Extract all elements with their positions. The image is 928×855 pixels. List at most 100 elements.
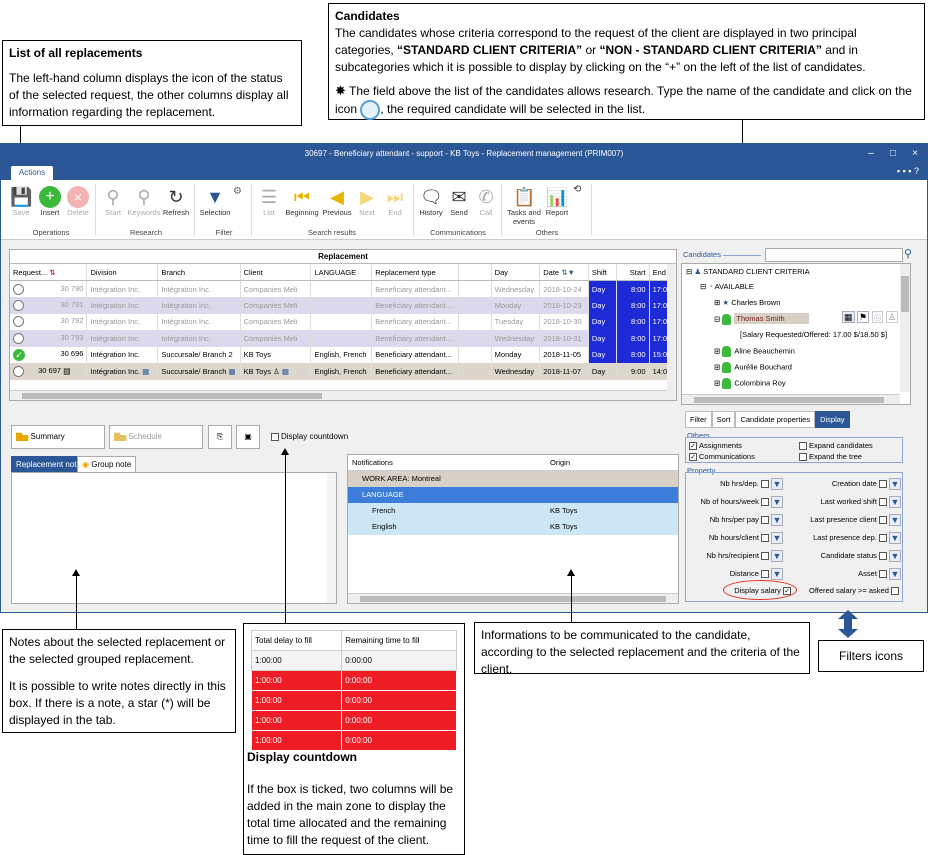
id-card-button[interactable]: ▣ (236, 425, 260, 449)
keywords-button[interactable]: ⚲ Keywords (127, 186, 161, 217)
close-button[interactable]: × (905, 144, 925, 164)
search-icon[interactable]: ⚲ (904, 247, 917, 261)
column-header[interactable]: Replacement type (371, 264, 460, 281)
history-button[interactable]: 🗨 History (417, 186, 445, 217)
prop-creation-date[interactable]: Creation date ▼ (832, 478, 901, 490)
column-header[interactable]: Date ⇅▼ (539, 264, 589, 281)
tasks-button[interactable]: 📋 Tasks and events (505, 186, 543, 226)
note-textarea[interactable] (11, 472, 337, 604)
tab-display[interactable]: Display (815, 411, 850, 428)
table-icon[interactable]: ▦ (842, 311, 855, 323)
prop-candidate-status[interactable]: Candidate status ▼ (821, 550, 901, 562)
send-button[interactable]: ✉ Send (447, 186, 471, 217)
candidate-item[interactable]: ⊞ Colombina Roy (714, 378, 786, 389)
disabled-icon[interactable]: ◎ (871, 311, 884, 323)
tab-sort[interactable]: Sort (711, 411, 736, 428)
previous-button[interactable]: ◀ Previous (321, 186, 353, 217)
candidate-item[interactable]: ⊞ Aline Beauchemin (714, 346, 795, 357)
next-button[interactable]: ▶ Next (355, 186, 379, 217)
copy-button[interactable]: ⎘ (208, 425, 232, 449)
prop-nb-hrs-per-pay[interactable]: Nb hrs/per pay ▼ (710, 514, 783, 526)
funnel-icon[interactable]: ▼ (771, 550, 783, 562)
column-header[interactable]: Division (86, 264, 159, 281)
window-tools-icon[interactable]: ▪ ▪ ▪ ? (897, 166, 919, 176)
table-row[interactable]: 30 790 Intégration Inc. Intégration Inc.… (10, 280, 677, 297)
candidate-item-selected[interactable]: ⊟ Thomas Smith (714, 313, 809, 325)
funnel-icon[interactable]: ▼ (889, 496, 901, 508)
funnel-icon[interactable]: ▼ (771, 532, 783, 544)
tree-available[interactable]: ⊟ ◔ AVAILABLE (700, 282, 754, 291)
table-row[interactable]: 30 791 Intégration Inc. Intégration Inc.… (10, 297, 677, 314)
scroll-thumb[interactable] (22, 393, 322, 399)
call-button[interactable]: ✆ Call (475, 186, 497, 217)
prop-nb-hours-week[interactable]: Nb of hours/week ▼ (701, 496, 783, 508)
tab-filter[interactable]: Filter (685, 411, 712, 428)
column-header[interactable]: Shift (588, 264, 618, 281)
prop-last-worked-shift[interactable]: Last worked shift ▼ (821, 496, 901, 508)
gear-icon[interactable]: ⚙ (233, 186, 242, 197)
funnel-icon[interactable]: ▼ (889, 532, 901, 544)
insert-button[interactable]: + Insert (37, 186, 63, 217)
refresh-button[interactable]: ↻ Refresh (161, 186, 191, 217)
export-icon[interactable]: ⟲ (573, 184, 581, 195)
start-button[interactable]: ⚲ Start (101, 186, 125, 217)
prop-asset[interactable]: Asset ▼ (858, 568, 901, 580)
note-scrollbar[interactable] (327, 473, 336, 603)
funnel-icon[interactable]: ▼ (889, 550, 901, 562)
funnel-icon[interactable]: ▼ (771, 568, 783, 580)
maximize-button[interactable]: □ (883, 144, 903, 164)
option-expand-tree[interactable]: Expand the tree (799, 452, 862, 462)
option-communications[interactable]: ✓ Communications (689, 452, 755, 462)
option-assignments[interactable]: ✓ Assignments (689, 441, 742, 451)
candidate-item[interactable]: ⊞ ★ Charles Brown (714, 298, 780, 307)
selection-button[interactable]: ▼ Selection (197, 186, 233, 217)
tab-replacement-note[interactable]: Replacement note (11, 456, 86, 472)
end-button[interactable]: ⏭ End (383, 186, 407, 217)
display-countdown-checkbox[interactable]: Display countdown (271, 432, 348, 441)
scroll-thumb[interactable] (360, 596, 666, 602)
tab-group-note[interactable]: ◉ Group note (77, 456, 137, 472)
table-row[interactable]: 30 793 Intégration Inc. Intégration Inc.… (10, 330, 677, 347)
tree-horizontal-scrollbar[interactable] (682, 394, 900, 404)
flag-icon[interactable]: ⚑ (857, 311, 870, 323)
prop-last-presence-dep[interactable]: Last presence dep. ▼ (813, 532, 901, 544)
option-expand-candidates[interactable]: Expand candidates (799, 441, 873, 451)
prop-last-presence-client[interactable]: Last presence client ▼ (810, 514, 901, 526)
candidate-search-input[interactable] (765, 248, 903, 262)
tree-vertical-scrollbar[interactable] (900, 264, 910, 392)
prop-distance[interactable]: Distance ▼ (730, 568, 783, 580)
notif-row[interactable]: LANGUAGE (348, 487, 678, 503)
grid-horizontal-scrollbar[interactable] (10, 390, 676, 400)
prop-nb-hours-client[interactable]: Nb hours/client ▼ (709, 532, 783, 544)
column-header[interactable] (458, 264, 492, 281)
column-header[interactable]: Start (616, 264, 650, 281)
column-header[interactable]: Branch (157, 264, 241, 281)
funnel-icon[interactable]: ▼ (889, 568, 901, 580)
notif-row[interactable]: French KB Toys (348, 503, 678, 519)
schedule-button[interactable]: ▇▅ Schedule (109, 425, 203, 449)
funnel-icon[interactable]: ▼ (889, 514, 901, 526)
list-button[interactable]: ☰ List (257, 186, 281, 217)
table-row[interactable]: 30 697 ▤ Intégration Inc. ▦ Succursale/ … (10, 363, 677, 380)
notif-row[interactable]: WORK AREA: Montreal (348, 471, 678, 487)
tab-actions[interactable]: Actions (11, 166, 53, 180)
save-button[interactable]: 💾 Save (9, 186, 33, 217)
funnel-icon[interactable]: ▼ (771, 478, 783, 490)
column-header[interactable]: LANGUAGE (310, 264, 373, 281)
funnel-icon[interactable]: ▼ (771, 496, 783, 508)
prop-nb-hrs-dep[interactable]: Nb hrs/dep. ▼ (720, 478, 783, 490)
report-button[interactable]: 📊 Report (543, 186, 571, 217)
beginning-button[interactable]: ⏮ Beginning (283, 186, 321, 217)
notif-row[interactable]: English KB Toys (348, 519, 678, 535)
summary-button[interactable]: ▇▅ Summary (11, 425, 105, 449)
table-row[interactable]: 30 792 Intégration Inc. Intégration Inc.… (10, 313, 677, 330)
prop-nb-hrs-recipient[interactable]: Nb hrs/recipient ▼ (706, 550, 783, 562)
tab-candidate-properties[interactable]: Candidate properties (735, 411, 816, 428)
funnel-icon[interactable]: ▼ (771, 514, 783, 526)
notif-horizontal-scrollbar[interactable] (348, 593, 678, 603)
scroll-thumb[interactable] (901, 276, 909, 312)
column-header[interactable]: Day (491, 264, 541, 281)
person-icon[interactable]: ♙ (886, 311, 899, 323)
minimize-button[interactable]: – (861, 144, 881, 164)
tree-root[interactable]: ⊟ ♟ STANDARD CLIENT CRITERIA (686, 267, 810, 276)
